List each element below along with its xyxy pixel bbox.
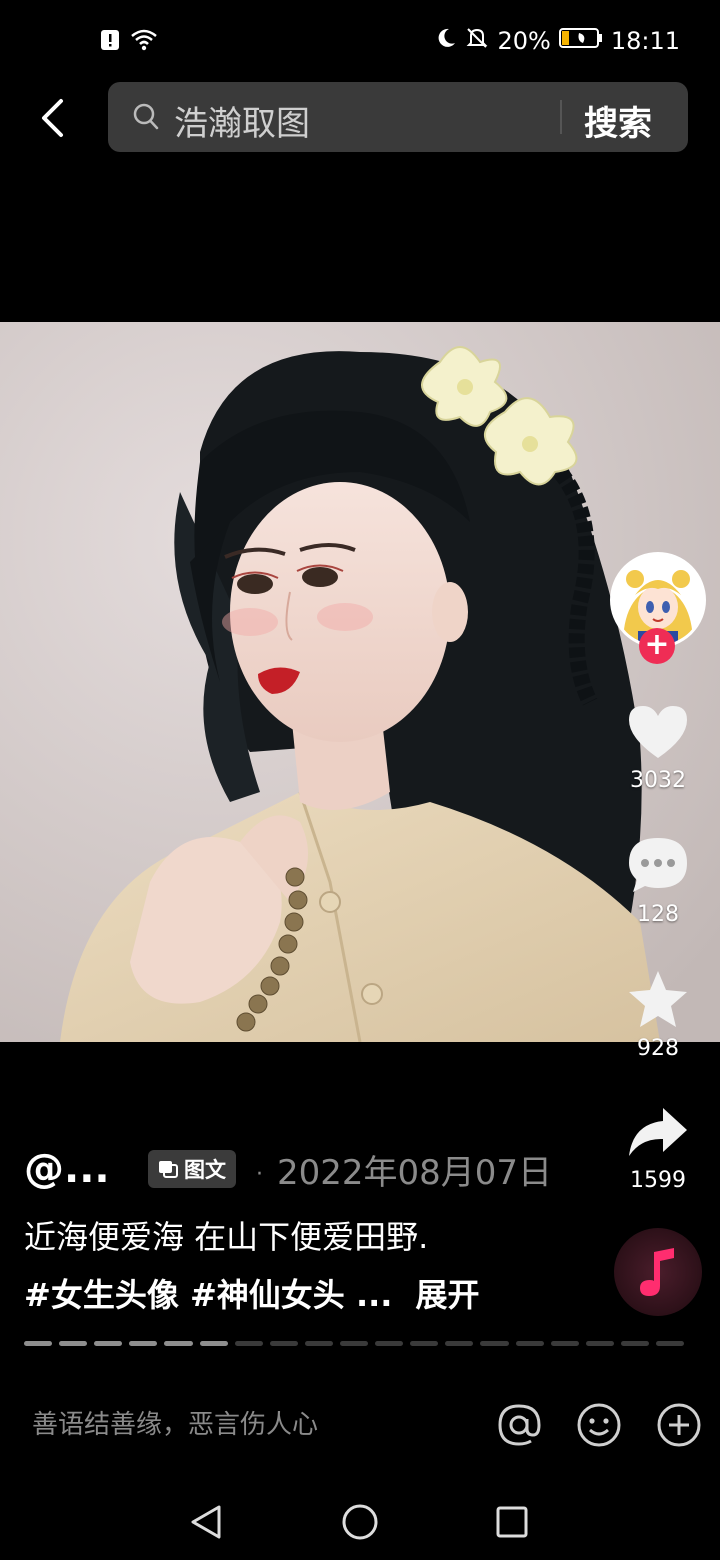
mention-button[interactable] — [496, 1402, 542, 1448]
progress-segment — [269, 1341, 298, 1346]
progress-segment — [550, 1341, 579, 1346]
progress-segment — [24, 1341, 53, 1346]
circle-home-icon — [342, 1504, 378, 1540]
heart-icon — [629, 706, 687, 758]
comment-button[interactable]: 128 — [610, 834, 706, 927]
caption-ellipsis: ... — [355, 1276, 393, 1314]
image-progress-indicator — [24, 1341, 685, 1347]
music-note-icon — [640, 1248, 674, 1296]
progress-segment — [304, 1341, 333, 1346]
progress-segment — [655, 1341, 685, 1346]
search-query: 浩瀚取图 — [174, 104, 310, 144]
like-count: 3032 — [630, 768, 686, 793]
top-search-bar: 浩瀚取图 搜索 — [0, 80, 720, 154]
favorite-count: 928 — [637, 1036, 679, 1061]
progress-segment — [375, 1341, 404, 1346]
back-button[interactable] — [28, 90, 76, 146]
back-arrow-icon — [42, 99, 63, 137]
progress-segment — [410, 1341, 439, 1346]
progress-segment — [234, 1341, 263, 1346]
post-date: 2022年08月07日 — [277, 1152, 553, 1193]
progress-segment — [199, 1341, 228, 1346]
nav-home-button[interactable] — [338, 1500, 382, 1544]
comment-bar: 善语结善缘，恶言伤人心 — [0, 1392, 720, 1458]
comment-count: 128 — [637, 902, 679, 927]
portrait-illustration — [0, 322, 720, 1042]
at-icon — [498, 1404, 541, 1446]
hashtag-link[interactable]: #神仙女头 — [190, 1276, 345, 1314]
add-media-button[interactable] — [656, 1402, 702, 1448]
plus-circle-icon — [657, 1403, 701, 1447]
music-disc[interactable] — [614, 1228, 702, 1316]
author-row: @... 图文 · 2022年08月07日 — [24, 1145, 552, 1194]
search-button[interactable]: 搜索 — [584, 96, 652, 145]
progress-segment — [515, 1341, 544, 1346]
alert-icon — [100, 29, 120, 55]
nav-back-button[interactable] — [184, 1500, 228, 1544]
caption-hashtags: #女生头像 #神仙女头 ... 展开 — [24, 1270, 480, 1316]
caption-text: 近海便爱海 在山下便爱田野. — [24, 1218, 429, 1256]
search-input[interactable]: 浩瀚取图 搜索 — [108, 82, 688, 152]
system-nav-bar — [0, 1480, 720, 1560]
progress-segment — [164, 1341, 193, 1346]
moon-icon — [435, 27, 457, 55]
status-bar: 20% 18:11 — [0, 0, 720, 80]
battery-percent: 20% — [497, 27, 551, 55]
mute-bell-icon — [465, 26, 489, 56]
share-icon — [629, 1108, 687, 1156]
progress-segment — [585, 1341, 614, 1346]
share-count: 1599 — [630, 1168, 686, 1193]
author-name[interactable]: @... — [24, 1146, 134, 1192]
expand-button[interactable]: 展开 — [416, 1276, 480, 1314]
star-icon — [629, 971, 687, 1027]
like-button[interactable]: 3032 — [610, 702, 706, 793]
image-post-icon — [159, 1161, 178, 1178]
progress-segment — [129, 1341, 158, 1346]
emoji-button[interactable] — [576, 1402, 622, 1448]
triangle-back-icon — [191, 1505, 221, 1539]
favorite-button[interactable]: 928 — [610, 968, 706, 1061]
post-type-badge: 图文 — [148, 1150, 236, 1188]
nav-recents-button[interactable] — [490, 1500, 534, 1544]
battery-icon — [558, 27, 603, 55]
progress-segment — [59, 1341, 88, 1346]
search-icon — [132, 102, 160, 136]
hashtag-link[interactable]: #女生头像 — [24, 1276, 179, 1314]
progress-segment — [480, 1341, 509, 1346]
follow-button[interactable]: + — [639, 628, 675, 664]
progress-segment — [445, 1341, 474, 1346]
progress-segment — [94, 1341, 123, 1346]
share-button[interactable]: 1599 — [610, 1102, 706, 1193]
comment-input[interactable]: 善语结善缘，恶言伤人心 — [32, 1404, 318, 1441]
clock: 18:11 — [610, 27, 680, 55]
search-divider — [560, 100, 562, 134]
progress-segment — [620, 1341, 649, 1346]
square-recents-icon — [496, 1506, 528, 1538]
progress-segment — [339, 1341, 369, 1346]
comment-icon — [629, 838, 687, 892]
separator-dot: · — [256, 1161, 263, 1187]
post-date-wrap: · 2022年08月07日 — [256, 1145, 552, 1194]
post-image[interactable] — [0, 322, 720, 1042]
post-type-label: 图文 — [184, 1158, 226, 1182]
wifi-icon — [130, 28, 158, 56]
emoji-icon — [577, 1403, 621, 1447]
